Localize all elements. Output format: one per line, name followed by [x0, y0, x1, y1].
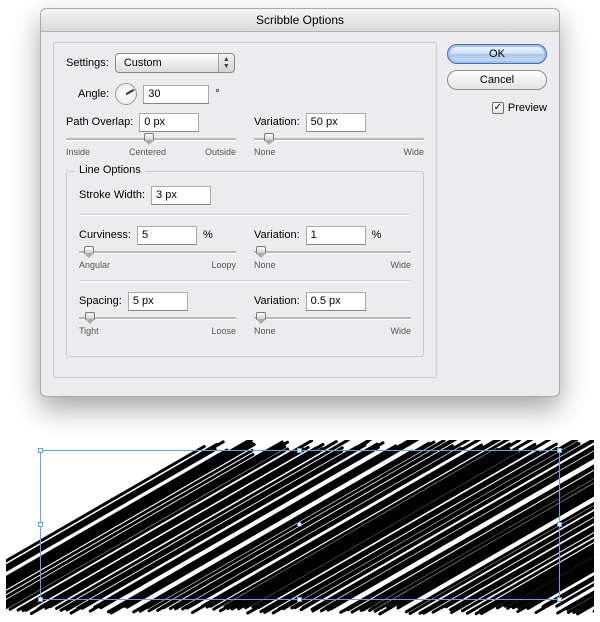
settings-select[interactable]: Custom ▲▼ [115, 53, 235, 73]
slider-labels: Tight Loose [79, 326, 236, 336]
slider-labels: None Wide [254, 326, 411, 336]
stroke-width-input[interactable]: 3 px [151, 186, 211, 204]
settings-panel: Settings: Custom ▲▼ Angle: 30 ° Path Ove… [53, 42, 437, 378]
ok-button[interactable]: OK [447, 44, 547, 64]
center-point[interactable] [297, 522, 302, 527]
curviness-unit: % [203, 229, 213, 241]
path-overlap-input[interactable]: 0 px [139, 113, 199, 131]
line-options-legend: Line Options [75, 164, 145, 176]
preview-checkbox[interactable]: ✓ [492, 102, 504, 114]
spacing-input[interactable]: 5 px [128, 292, 188, 310]
variation-label: Variation: [254, 295, 300, 307]
slider-labels: Angular Loopy [79, 260, 236, 270]
handle-mid-left[interactable] [38, 522, 43, 527]
updown-icon: ▲▼ [218, 54, 234, 72]
spacing-slider[interactable] [79, 314, 236, 322]
curviness-label: Curviness: [79, 229, 131, 241]
handle-top-right[interactable] [557, 448, 562, 453]
curviness-variation-input[interactable]: 1 [306, 226, 366, 244]
divider [79, 280, 411, 282]
handle-bottom-left[interactable] [38, 597, 43, 602]
scribble-options-dialog: Scribble Options Settings: Custom ▲▼ Ang… [40, 8, 560, 397]
stroke-width-label: Stroke Width: [79, 189, 145, 201]
variation-label: Variation: [254, 229, 300, 241]
curviness-input[interactable]: 5 [137, 226, 197, 244]
path-overlap-label: Path Overlap: [66, 116, 133, 128]
spacing-label: Spacing: [79, 295, 122, 307]
variation-overlap-input[interactable]: 50 px [306, 113, 366, 131]
curviness-variation-slider[interactable] [254, 248, 411, 256]
angle-dial[interactable] [115, 83, 137, 105]
settings-value: Custom [124, 57, 162, 69]
cancel-button[interactable]: Cancel [447, 70, 547, 90]
variation-overlap-slider[interactable] [254, 135, 424, 143]
curviness-slider[interactable] [79, 248, 236, 256]
button-column: OK Cancel ✓ Preview [447, 42, 547, 378]
settings-label: Settings: [66, 57, 109, 69]
handle-bottom-right[interactable] [557, 597, 562, 602]
handle-top-left[interactable] [38, 448, 43, 453]
spacing-variation-input[interactable]: 0.5 px [306, 292, 366, 310]
angle-unit: ° [215, 88, 219, 100]
scribble-preview-artwork [6, 440, 594, 616]
line-options-group: Line Options Stroke Width: 3 px Curvines… [66, 171, 424, 357]
slider-labels: None Wide [254, 260, 411, 270]
handle-top-mid[interactable] [297, 448, 302, 453]
selection-bounding-box[interactable] [40, 450, 560, 600]
slider-labels: None Wide [254, 147, 424, 157]
preview-label: Preview [508, 102, 547, 114]
slider-labels: Inside Centered Outside [66, 147, 236, 157]
variation-label: Variation: [254, 116, 300, 128]
spacing-variation-slider[interactable] [254, 314, 411, 322]
dialog-title: Scribble Options [41, 9, 559, 32]
divider [79, 214, 411, 216]
angle-input[interactable]: 30 [143, 85, 209, 103]
handle-mid-right[interactable] [557, 522, 562, 527]
handle-bottom-mid[interactable] [297, 597, 302, 602]
variation-unit: % [372, 229, 382, 241]
angle-label: Angle: [78, 88, 109, 100]
path-overlap-slider[interactable] [66, 135, 236, 143]
